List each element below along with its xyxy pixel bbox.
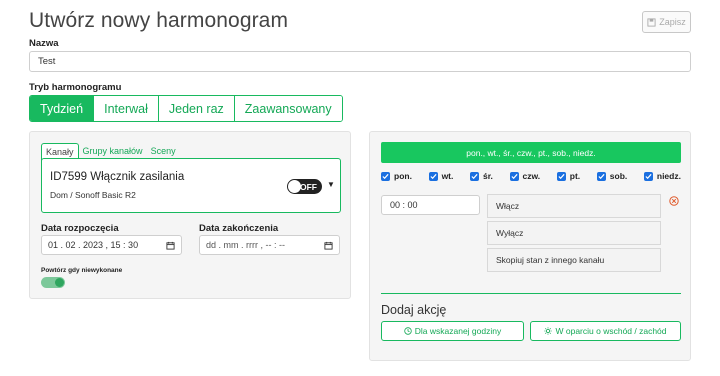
add-action-title: Dodaj akcję bbox=[381, 303, 447, 317]
channel-subtitle: Dom / Sonoff Basic R2 bbox=[50, 190, 136, 200]
day-label: pt. bbox=[569, 171, 581, 181]
channel-card[interactable]: ID7599 Włącznik zasilania Dom / Sonoff B… bbox=[41, 158, 341, 213]
day-checkbox-wt[interactable]: wt. bbox=[428, 171, 454, 181]
end-date-value: dd . mm . rrrr , -- : -- bbox=[206, 240, 285, 250]
action-copy-state-button[interactable]: Skopiuj stan z innego kanału bbox=[487, 248, 661, 272]
weekday-checkboxes: pon. wt. śr. czw. pt. sob. niedz. bbox=[381, 171, 681, 181]
checkbox-checked-icon bbox=[428, 171, 438, 181]
page-title: Utwórz nowy harmonogram bbox=[29, 9, 289, 32]
day-checkbox-pon[interactable]: pon. bbox=[381, 171, 412, 181]
day-checkbox-sr[interactable]: śr. bbox=[469, 171, 493, 181]
add-action-time-button[interactable]: Dla wskazanej godziny bbox=[381, 321, 524, 341]
calendar-icon[interactable] bbox=[324, 241, 333, 250]
save-icon bbox=[647, 17, 656, 27]
end-date-input[interactable]: dd . mm . rrrr , -- : -- bbox=[199, 235, 340, 255]
remove-action-icon[interactable] bbox=[669, 196, 679, 206]
subject-panel: Kanały Grupy kanałów Sceny ID7599 Włączn… bbox=[29, 131, 351, 299]
toggle-knob bbox=[288, 180, 301, 193]
start-date-label: Data rozpoczęcia bbox=[41, 223, 119, 234]
start-date-value: 01 . 02 . 2023 , 15 : 30 bbox=[48, 240, 139, 250]
add-action-sun-label: W oparciu o wschód / zachód bbox=[555, 326, 667, 336]
mode-jeden-raz-button[interactable]: Jeden raz bbox=[158, 96, 235, 121]
checkbox-checked-icon bbox=[556, 171, 566, 181]
start-date-input[interactable]: 01 . 02 . 2023 , 15 : 30 bbox=[41, 235, 182, 255]
days-summary-bar[interactable]: pon., wt., śr., czw., pt., sob., niedz. bbox=[381, 142, 681, 163]
checkbox-checked-icon bbox=[509, 171, 519, 181]
name-input[interactable]: Test bbox=[29, 51, 691, 72]
repeat-if-missed-switch[interactable] bbox=[41, 277, 65, 288]
repeat-if-missed-label: Powtórz gdy niewykonane bbox=[41, 267, 123, 274]
caret-down-icon[interactable]: ▼ bbox=[327, 180, 335, 189]
channel-name: ID7599 Włącznik zasilania bbox=[50, 171, 185, 183]
action-time-input[interactable]: 00 : 00 bbox=[381, 195, 480, 215]
day-checkbox-pt[interactable]: pt. bbox=[556, 171, 581, 181]
action-wylacz-button[interactable]: Wyłącz bbox=[487, 221, 661, 245]
day-label: czw. bbox=[522, 171, 541, 181]
end-date-label: Data zakończenia bbox=[199, 223, 279, 234]
day-label: niedz. bbox=[656, 171, 681, 181]
name-label: Nazwa bbox=[29, 38, 59, 49]
divider bbox=[381, 293, 681, 294]
checkbox-checked-icon bbox=[381, 171, 390, 181]
checkbox-checked-icon bbox=[469, 171, 479, 181]
save-label: Zapisz bbox=[659, 17, 686, 27]
action-wlacz-button[interactable]: Włącz bbox=[487, 194, 661, 218]
day-checkbox-sob[interactable]: sob. bbox=[596, 171, 628, 181]
mode-tydzien-button[interactable]: Tydzień bbox=[30, 96, 95, 121]
switch-knob bbox=[55, 278, 64, 287]
mode-segmented-control: Tydzień Interwał Jeden raz Zaawansowany bbox=[29, 95, 343, 122]
day-label: śr. bbox=[482, 171, 493, 181]
day-checkbox-czw[interactable]: czw. bbox=[509, 171, 541, 181]
mode-zaawansowany-button[interactable]: Zaawansowany bbox=[234, 96, 342, 121]
add-action-sun-button[interactable]: W oparciu o wschód / zachód bbox=[530, 321, 681, 341]
day-label: wt. bbox=[441, 171, 454, 181]
add-action-time-label: Dla wskazanej godziny bbox=[414, 326, 502, 336]
action-panel: pon., wt., śr., czw., pt., sob., niedz. … bbox=[369, 131, 691, 361]
day-checkbox-niedz[interactable]: niedz. bbox=[643, 171, 681, 181]
sun-icon bbox=[544, 327, 553, 335]
checkbox-checked-icon bbox=[643, 171, 653, 181]
clock-icon bbox=[404, 327, 412, 335]
mode-interwal-button[interactable]: Interwał bbox=[94, 96, 159, 121]
checkbox-checked-icon bbox=[596, 171, 606, 181]
toggle-state-label: OFF bbox=[300, 181, 317, 192]
day-label: sob. bbox=[609, 171, 628, 181]
save-button[interactable]: Zapisz bbox=[642, 11, 691, 33]
mode-label: Tryb harmonogramu bbox=[29, 82, 122, 93]
channel-state-toggle[interactable]: OFF bbox=[287, 179, 322, 194]
day-label: pon. bbox=[394, 171, 412, 181]
calendar-icon[interactable] bbox=[166, 241, 175, 250]
